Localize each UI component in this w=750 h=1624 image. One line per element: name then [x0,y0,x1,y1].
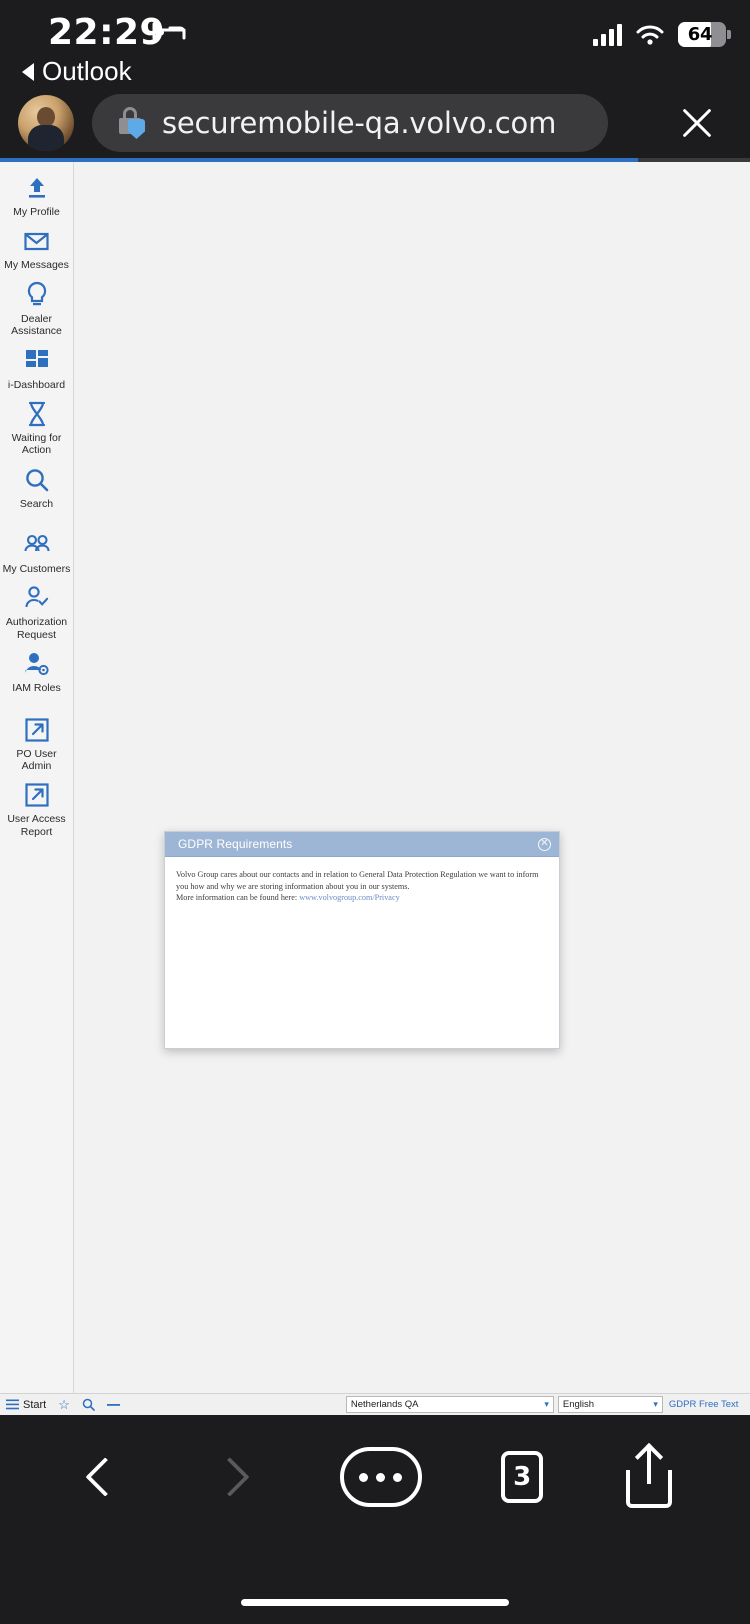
sidebar-item-dealer-assistance[interactable]: Dealer Assistance [0,277,73,343]
magnifier-icon[interactable] [82,1398,95,1411]
more-dots-icon [359,1472,369,1482]
dashboard-grid-icon [22,346,52,376]
gdpr-dialog: GDPR Requirements ✕ Volvo Group cares ab… [164,831,560,1049]
sidebar-divider [0,515,73,527]
wifi-icon [636,25,664,45]
back-triangle-icon [22,62,34,81]
status-indicators: 64 [593,22,731,47]
minus-icon[interactable] [106,1403,120,1407]
start-label: Start [23,1398,47,1411]
sidebar-item-search[interactable]: Search [0,462,73,515]
sidebar-divider [0,700,73,712]
language-select[interactable]: English ▾ [557,1396,663,1413]
tab-count: 3 [513,1462,532,1492]
hamburger-icon [6,1399,19,1410]
sidebar-item-i-dashboard[interactable]: i-Dashboard [0,343,73,396]
sidebar-item-po-user-admin[interactable]: PO User Admin [0,712,73,778]
dialog-paragraph-1: Volvo Group cares about our contacts and… [176,870,539,891]
web-page-content: My Profile My Messages Dealer Assistance… [0,162,750,1415]
sidebar-item-iam-roles[interactable]: IAM Roles [0,646,73,699]
app-footer: Start ☆ Netherlands QA ▾ English ▾ GDPR … [0,1393,750,1415]
battery-indicator: 64 [678,22,731,47]
forward-button [207,1450,261,1504]
sidebar-item-my-profile[interactable]: My Profile [0,170,73,223]
chevron-left-icon [84,1457,125,1497]
sidebar-item-user-access-report[interactable]: User Access Report [0,777,73,843]
tabs-button[interactable]: 3 [501,1451,544,1503]
sidebar-item-label: User Access Report [7,813,66,838]
sidebar-item-label: IAM Roles [12,682,61,695]
url-field[interactable]: securemobile-qa.volvo.com [92,94,608,152]
browser-toolbar: 3 [0,1415,750,1624]
country-select[interactable]: Netherlands QA ▾ [345,1396,554,1413]
back-to-app-link[interactable]: Outlook [22,56,132,87]
sidebar-item-label: Search [19,497,54,510]
sidebar-item-label: My Profile [13,206,60,218]
chevron-down-icon: ▾ [544,1399,549,1409]
bed-icon [152,20,186,47]
sidebar-item-label: My Messages [4,259,69,272]
back-to-app-label: Outlook [42,56,132,86]
sidebar-item-my-customers[interactable]: My Customers [0,527,73,580]
language-select-value: English [562,1399,595,1410]
dialog-paragraph-2: More information can be found here: www.… [176,892,548,904]
url-text: securemobile-qa.volvo.com [162,106,557,140]
more-button[interactable] [339,1447,422,1507]
sidebar-item-label: My Customers [2,563,71,575]
close-circle-icon[interactable]: ✕ [538,837,551,851]
close-icon[interactable] [676,102,718,144]
start-button[interactable]: Start [6,1399,46,1411]
back-button[interactable] [74,1450,128,1504]
privacy-link[interactable]: www.volvogroup.com/Privacy [299,893,399,902]
lightbulb-icon [22,280,52,310]
sidebar-item-label: Authorization Request [5,616,68,641]
sidebar-item-label: Waiting for Action [11,431,62,457]
phone-screen: 22:29 64 Outlook securemobile-qa.volvo.c… [0,0,750,1624]
hourglass-icon [22,399,52,429]
sidebar-item-label: Dealer Assistance [11,312,62,338]
cellular-signal-icon [593,23,622,46]
sidebar-item-waiting-for-action[interactable]: Waiting for Action [0,396,73,462]
lock-shield-icon [114,106,148,140]
dialog-body: Volvo Group cares about our contacts and… [165,857,559,904]
status-time: 22:29 [48,12,166,53]
people-icon [22,530,52,560]
sidebar-item-label: i-Dashboard [7,378,66,391]
sidebar-item-label: PO User Admin [16,747,57,772]
sidebar-item-authorization-request[interactable]: Authorization Request [0,580,73,646]
person-gear-icon [22,649,52,679]
magnifier-icon [22,465,52,495]
avatar[interactable] [18,95,74,151]
chevron-right-icon [209,1457,250,1497]
chevron-down-icon: ▾ [653,1399,658,1409]
dialog-paragraph-2-prefix: More information can be found here: [176,893,300,903]
browser-url-bar: securemobile-qa.volvo.com [0,88,750,158]
person-check-icon [22,583,52,613]
star-icon[interactable]: ☆ [58,1397,70,1413]
battery-percent: 64 [687,24,713,45]
home-indicator [241,1599,509,1606]
external-link-icon [22,715,52,745]
share-button[interactable] [622,1442,676,1508]
app-sidebar: My Profile My Messages Dealer Assistance… [0,162,74,1415]
dialog-header: GDPR Requirements ✕ [165,832,559,857]
country-select-value: Netherlands QA [350,1399,419,1410]
envelope-icon [22,226,52,256]
ios-status-bar: 22:29 64 [0,0,750,62]
gdpr-free-text-link[interactable]: GDPR Free Text [669,1399,739,1410]
external-link-icon [22,780,52,810]
dialog-title: GDPR Requirements [178,837,293,851]
upload-arrow-icon [22,173,52,203]
sidebar-item-my-messages[interactable]: My Messages [0,223,73,276]
